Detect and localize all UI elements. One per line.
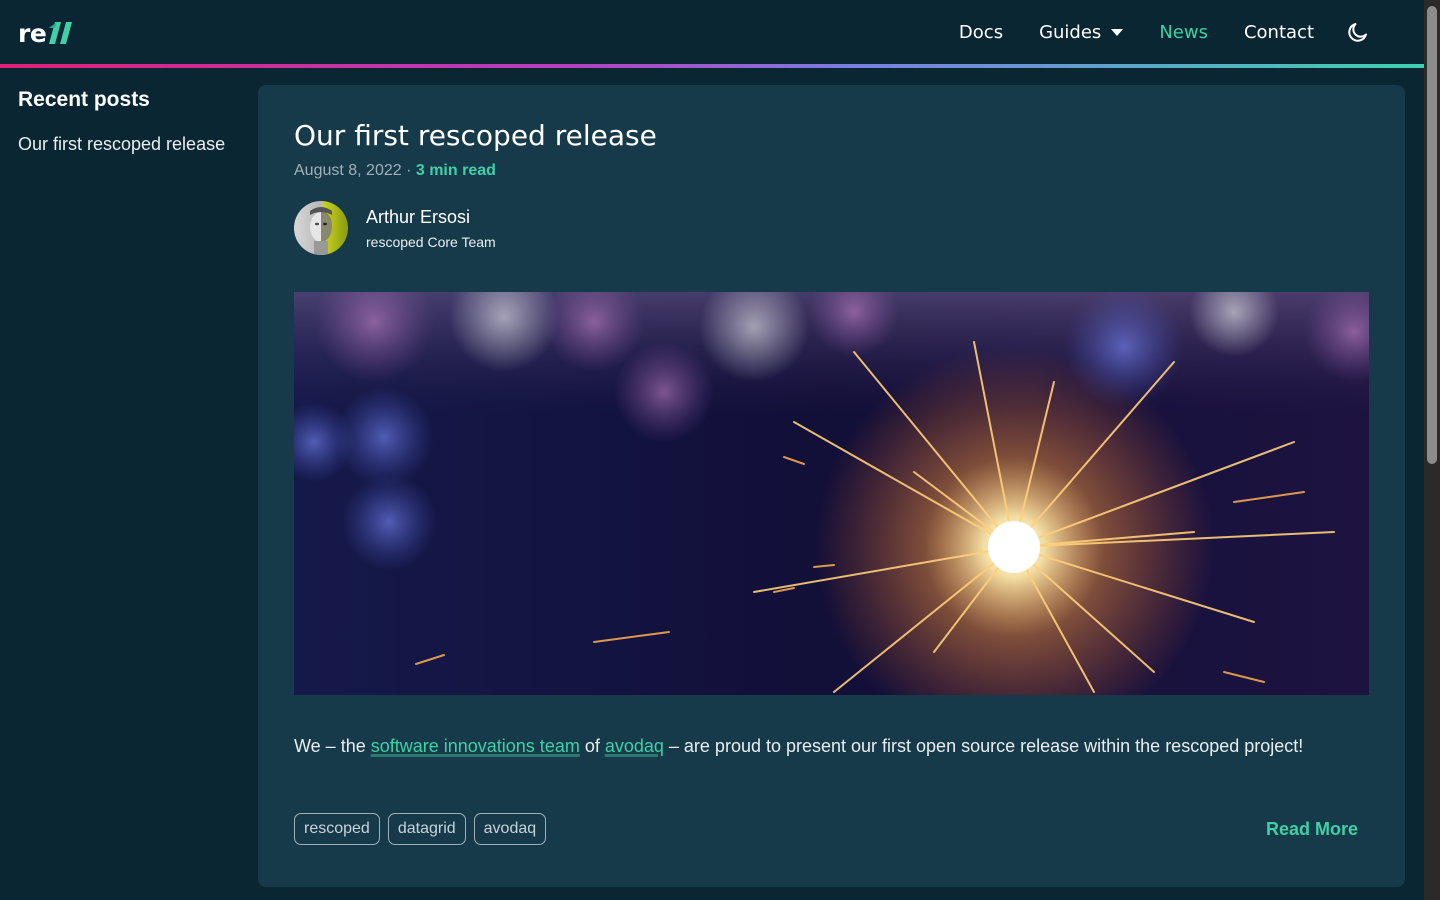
logo[interactable]: re: [18, 18, 75, 48]
post-excerpt: We – the software innovations team of av…: [294, 736, 1303, 757]
scrollbar[interactable]: [1424, 0, 1440, 900]
tag-rescoped[interactable]: rescoped: [294, 813, 380, 845]
sidebar: Recent posts Our first rescoped release: [18, 88, 248, 155]
sidebar-item-post[interactable]: Our first rescoped release: [18, 134, 248, 155]
navbar-gradient-divider: [0, 64, 1424, 68]
tag-datagrid[interactable]: datagrid: [387, 813, 466, 845]
chevron-down-icon: [1111, 28, 1124, 36]
post-date: August 8, 2022: [294, 162, 402, 179]
tag-list: rescoped datagrid avodaq: [294, 813, 554, 845]
hero-image[interactable]: [294, 292, 1369, 695]
moon-icon[interactable]: [1346, 20, 1370, 44]
nav-items: Docs Guides News Contact: [923, 0, 1370, 64]
sidebar-title: Recent posts: [18, 88, 150, 111]
nav-link-guides[interactable]: Guides: [1039, 21, 1124, 43]
read-more-link[interactable]: Read More: [1266, 819, 1358, 840]
excerpt-text-1: We – the: [294, 736, 371, 756]
avodaq-link[interactable]: avodaq: [605, 736, 664, 756]
post-meta: August 8, 2022 · 3 min read: [294, 162, 496, 180]
navbar: re Docs Guides News Contact: [0, 0, 1424, 68]
nav-link-guides-label: Guides: [1039, 21, 1102, 43]
author-name[interactable]: Arthur Ersosi: [366, 207, 496, 228]
post-title[interactable]: Our first rescoped release: [294, 119, 657, 152]
read-time: 3 min read: [415, 162, 496, 179]
tag-avodaq[interactable]: avodaq: [473, 813, 547, 845]
nav-link-contact[interactable]: Contact: [1244, 22, 1314, 43]
sparkler-image: [294, 292, 1369, 695]
software-innovations-link[interactable]: software innovations team: [371, 736, 580, 756]
excerpt-text-3: – are proud to present our first open so…: [663, 736, 1304, 756]
post-card: Our first rescoped release August 8, 202…: [258, 85, 1405, 887]
author: Arthur Ersosi rescoped Core Team: [294, 201, 496, 255]
nav-link-docs[interactable]: Docs: [959, 22, 1003, 43]
nav-link-contact-label: Contact: [1243, 21, 1314, 43]
author-role: rescoped Core Team: [366, 233, 496, 250]
meta-separator: ·: [401, 162, 416, 179]
excerpt-text-2: of: [579, 736, 605, 756]
avatar[interactable]: [294, 201, 348, 255]
nav-link-docs-label: Docs: [958, 21, 1004, 43]
scrollbar-thumb[interactable]: [1427, 6, 1437, 464]
logo-text: re: [18, 18, 47, 48]
avatar-image: [294, 201, 348, 255]
nav-link-news-label: News: [1159, 21, 1208, 43]
logo-mark-icon: [49, 22, 73, 44]
nav-link-news[interactable]: News: [1159, 22, 1208, 43]
